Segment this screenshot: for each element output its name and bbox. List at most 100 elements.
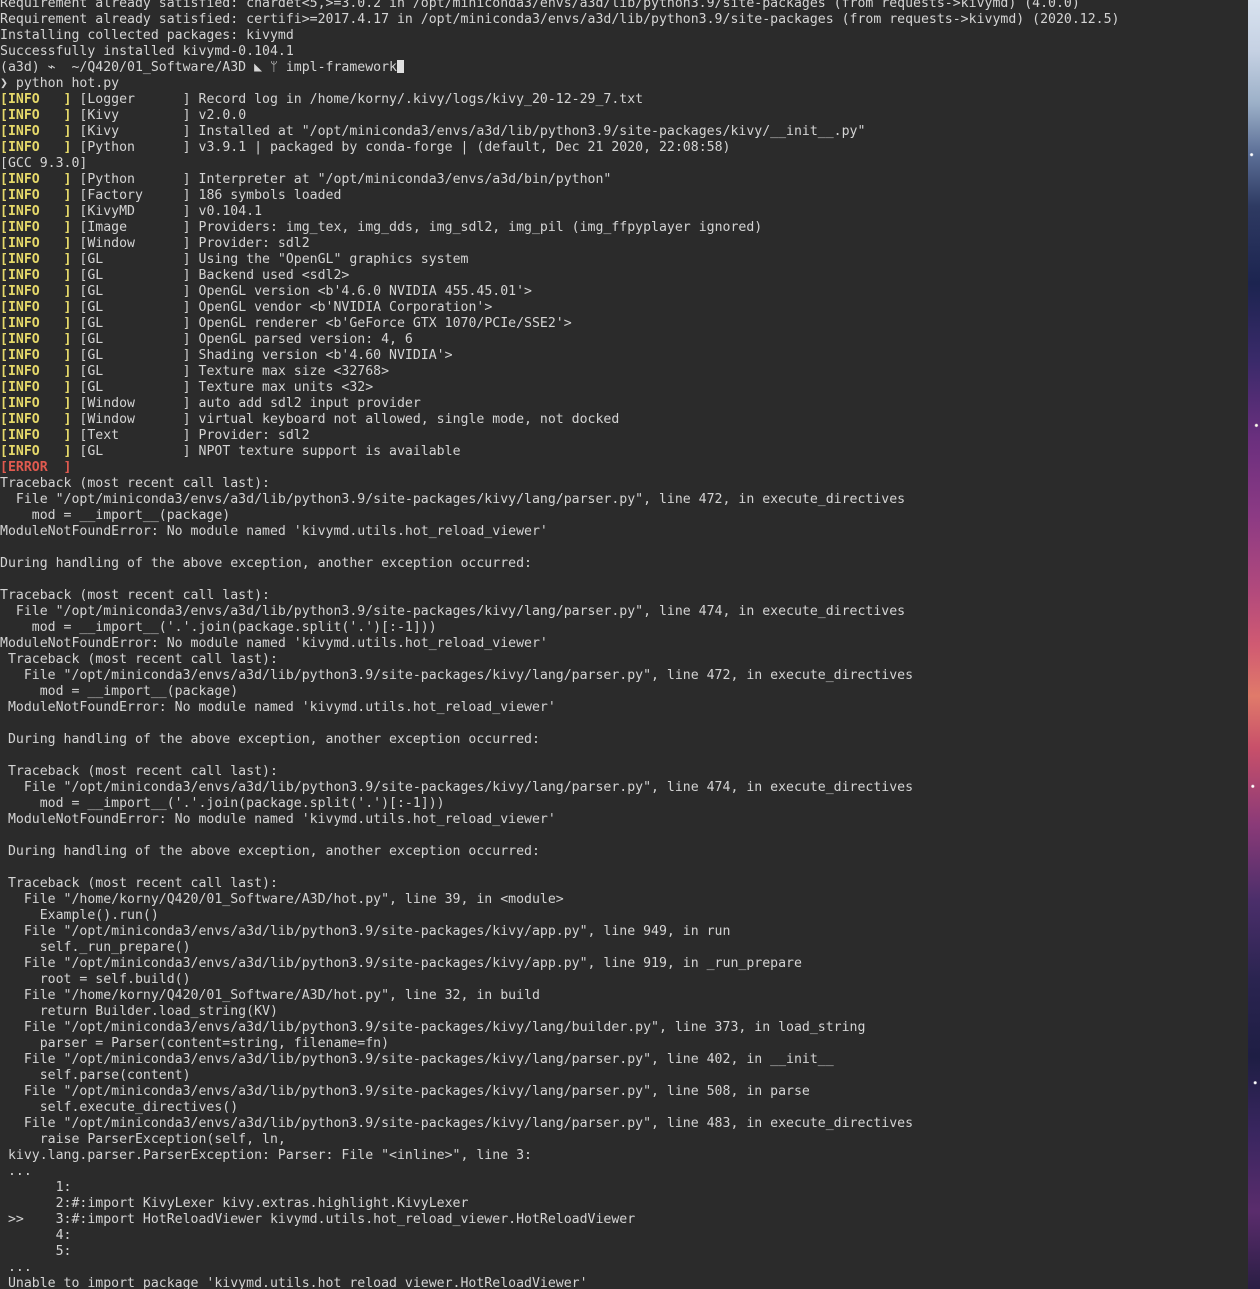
terminal-line: File "/opt/miniconda3/envs/a3d/lib/pytho…	[0, 604, 906, 619]
terminal-line: ❯ python hot.py	[0, 76, 120, 91]
log-message: [GL ] NPOT texture support is available	[79, 444, 461, 459]
terminal-line: During handling of the above exception, …	[0, 556, 532, 571]
log-message: [Factory ] 186 symbols loaded	[79, 188, 342, 203]
log-level-info: [INFO ]	[0, 124, 80, 139]
terminal-window[interactable]: Requirement already satisfied: chardet<5…	[0, 0, 1248, 1289]
terminal-line: [INFO ] [GL ] OpenGL renderer <b'GeForce…	[0, 316, 1119, 332]
terminal-line: raise ParserException(self, ln,	[0, 1132, 286, 1147]
terminal-line: Unable to import package 'kivymd.utils.h…	[0, 1276, 588, 1289]
log-level-info: [INFO ]	[0, 332, 80, 347]
log-level-info: [INFO ]	[0, 220, 80, 235]
terminal-line: During handling of the above exception, …	[0, 844, 540, 859]
terminal-line: 1:	[0, 1180, 72, 1195]
prompt-path: (a3d) ⌁ ~/Q420/01_Software/A3D	[0, 60, 255, 75]
terminal-line: File "/opt/miniconda3/envs/a3d/lib/pytho…	[0, 1116, 914, 1131]
terminal-line: kivy.lang.parser.ParserException: Parser…	[0, 1148, 532, 1163]
terminal-line: ModuleNotFoundError: No module named 'ki…	[0, 812, 556, 827]
log-message: [Text ] Provider: sdl2	[79, 428, 310, 443]
terminal-line: File "/opt/miniconda3/envs/a3d/lib/pytho…	[0, 956, 802, 971]
terminal-line: mod = __import__('.'.join(package.split(…	[0, 620, 437, 635]
terminal-line: [INFO ] [Kivy ] Installed at "/opt/minic…	[0, 124, 1119, 140]
terminal-line: Requirement already satisfied: chardet<5…	[0, 0, 1080, 11]
terminal-output: Requirement already satisfied: chardet<5…	[0, 0, 1119, 1289]
log-message: [GL ] OpenGL parsed version: 4, 6	[79, 332, 413, 347]
log-level-info: [INFO ]	[0, 236, 80, 251]
log-message: [GL ] Texture max size <32768>	[79, 364, 390, 379]
log-level-info: [INFO ]	[0, 108, 80, 123]
terminal-line: [INFO ] [GL ] Using the "OpenGL" graphic…	[0, 252, 1119, 268]
log-message: [Window ] auto add sdl2 input provider	[79, 396, 421, 411]
terminal-line: return Builder.load_string(KV)	[0, 1004, 278, 1019]
terminal-line: [INFO ] [Window ] auto add sdl2 input pr…	[0, 396, 1119, 412]
shell-prompt: (a3d) ⌁ ~/Q420/01_Software/A3D ◣ ᛘ impl-…	[0, 60, 1119, 76]
terminal-line: [INFO ] [GL ] OpenGL version <b'4.6.0 NV…	[0, 284, 1119, 300]
log-level-info: [INFO ]	[0, 380, 80, 395]
log-level-info: [INFO ]	[0, 204, 80, 219]
terminal-line: self.parse(content)	[0, 1068, 191, 1083]
terminal-line: 4:	[0, 1228, 72, 1243]
terminal-line: File "/opt/miniconda3/envs/a3d/lib/pytho…	[0, 1084, 810, 1099]
wallpaper-stars	[1248, 0, 1260, 1289]
log-level-info: [INFO ]	[0, 92, 80, 107]
log-message: [Logger ] Record log in /home/korny/.kiv…	[79, 92, 644, 107]
terminal-line: self.execute_directives()	[0, 1100, 239, 1115]
terminal-line: mod = __import__(package)	[0, 684, 239, 699]
terminal-line: [ERROR ]	[0, 460, 1119, 476]
log-message: [Python ] Interpreter at "/opt/miniconda…	[79, 172, 612, 187]
terminal-line: [INFO ] [Window ] virtual keyboard not a…	[0, 412, 1119, 428]
terminal-line: ...	[0, 1260, 32, 1275]
terminal-line: [INFO ] [Window ] Provider: sdl2	[0, 236, 1119, 252]
terminal-line: [INFO ] [Factory ] 186 symbols loaded	[0, 188, 1119, 204]
terminal-line: ...	[0, 1164, 32, 1179]
log-message: [Python ] v3.9.1 | packaged by conda-for…	[79, 140, 731, 155]
terminal-line: [INFO ] [Python ] Interpreter at "/opt/m…	[0, 172, 1119, 188]
terminal-line: [INFO ] [Logger ] Record log in /home/ko…	[0, 92, 1119, 108]
git-branch-icon: ᛘ	[262, 60, 286, 75]
terminal-line: 2:#:import KivyLexer kivy.extras.highlig…	[0, 1196, 469, 1211]
log-level-info: [INFO ]	[0, 252, 80, 267]
terminal-line: File "/opt/miniconda3/envs/a3d/lib/pytho…	[0, 492, 906, 507]
log-level-info: [INFO ]	[0, 172, 80, 187]
terminal-line: File "/opt/miniconda3/envs/a3d/lib/pytho…	[0, 1020, 866, 1035]
log-level-info: [INFO ]	[0, 348, 80, 363]
terminal-line: ModuleNotFoundError: No module named 'ki…	[0, 524, 548, 539]
terminal-line: Successfully installed kivymd-0.104.1	[0, 44, 294, 59]
log-message: [GL ] Backend used <sdl2>	[79, 268, 350, 283]
log-message: [Kivy ] Installed at "/opt/miniconda3/en…	[79, 124, 866, 139]
log-message: [GL ] Texture max units <32>	[79, 380, 374, 395]
log-level-info: [INFO ]	[0, 396, 80, 411]
terminal-line: [INFO ] [KivyMD ] v0.104.1	[0, 204, 1119, 220]
terminal-line: [INFO ] [GL ] Texture max size <32768>	[0, 364, 1119, 380]
terminal-line: [INFO ] [GL ] OpenGL parsed version: 4, …	[0, 332, 1119, 348]
terminal-line: mod = __import__('.'.join(package.split(…	[0, 796, 445, 811]
terminal-line: Traceback (most recent call last):	[0, 588, 270, 603]
log-message: [GL ] Using the "OpenGL" graphics system	[79, 252, 469, 267]
terminal-line: parser = Parser(content=string, filename…	[0, 1036, 390, 1051]
terminal-line: Traceback (most recent call last):	[0, 652, 278, 667]
terminal-line: Example().run()	[0, 908, 159, 923]
log-level-info: [INFO ]	[0, 268, 80, 283]
terminal-line: [INFO ] [GL ] Texture max units <32>	[0, 380, 1119, 396]
log-level-info: [INFO ]	[0, 444, 80, 459]
terminal-line: Traceback (most recent call last):	[0, 876, 278, 891]
terminal-line: [INFO ] [Text ] Provider: sdl2	[0, 428, 1119, 444]
terminal-line: File "/opt/miniconda3/envs/a3d/lib/pytho…	[0, 668, 914, 683]
log-level-info: [INFO ]	[0, 284, 80, 299]
log-level-error: [ERROR ]	[0, 460, 72, 475]
terminal-line: self._run_prepare()	[0, 940, 191, 955]
terminal-line: [INFO ] [GL ] Backend used <sdl2>	[0, 268, 1119, 284]
log-level-info: [INFO ]	[0, 364, 80, 379]
terminal-line: [INFO ] [Image ] Providers: img_tex, img…	[0, 220, 1119, 236]
desktop-wallpaper	[1248, 0, 1260, 1289]
log-level-info: [INFO ]	[0, 300, 80, 315]
git-branch-name: impl-framework	[285, 60, 397, 75]
terminal-line: File "/opt/miniconda3/envs/a3d/lib/pytho…	[0, 1052, 834, 1067]
log-level-info: [INFO ]	[0, 428, 80, 443]
log-message: [Window ] virtual keyboard not allowed, …	[79, 412, 620, 427]
log-message: [Image ] Providers: img_tex, img_dds, im…	[79, 220, 763, 235]
terminal-line: >> 3:#:import HotReloadViewer kivymd.uti…	[0, 1212, 636, 1227]
terminal-line: [INFO ] [Kivy ] v2.0.0	[0, 108, 1119, 124]
terminal-line: File "/opt/miniconda3/envs/a3d/lib/pytho…	[0, 780, 914, 795]
